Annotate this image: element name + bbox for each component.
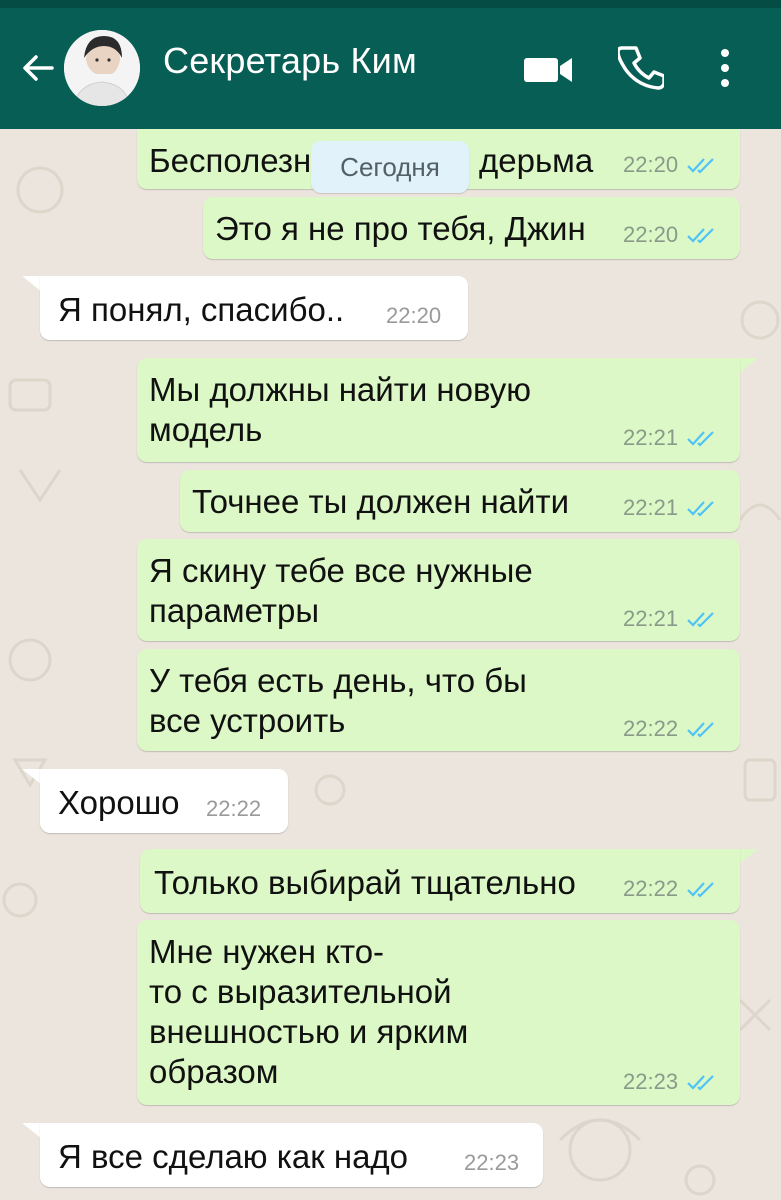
message-text: то с выразительной	[149, 973, 452, 1010]
bubble-tail	[738, 849, 758, 865]
message-time: 22:23	[464, 1150, 520, 1175]
message-outgoing[interactable]: Точнее ты должен найти 22:21	[180, 470, 740, 532]
bubble-tail	[22, 276, 42, 292]
message-list: Бесполезн дерьма 22:20 Сегодня Это я не …	[0, 129, 781, 1200]
message-incoming[interactable]: Я все сделаю как надо 22:23	[40, 1123, 543, 1187]
message-text: У тебя есть день, что бы	[149, 662, 527, 699]
double-check-icon	[687, 228, 714, 244]
date-divider: Сегодня	[311, 141, 469, 193]
message-outgoing[interactable]: Мы должны найти новую модель 22:21	[137, 358, 740, 462]
message-time: 22:21	[623, 606, 679, 631]
message-text: Я скину тебе все нужные	[149, 552, 533, 589]
message-outgoing[interactable]: Мне нужен кто- то с выразительной внешно…	[137, 920, 740, 1105]
message-meta: 22:22	[623, 877, 716, 901]
double-check-icon	[687, 431, 714, 447]
message-time: 22:22	[623, 716, 679, 741]
message-incoming[interactable]: Я понял, спасибо.. 22:20	[40, 276, 468, 340]
double-check-icon	[687, 1075, 714, 1091]
message-text: модель	[149, 411, 263, 448]
message-text: Я понял, спасибо..	[58, 291, 345, 328]
bubble-tail	[22, 769, 42, 785]
message-time: 22:22	[206, 796, 262, 821]
phone-icon[interactable]	[618, 44, 664, 90]
double-check-icon	[687, 158, 714, 174]
double-check-icon	[687, 612, 714, 628]
message-text: Бесполезн	[149, 142, 312, 179]
contact-avatar[interactable]	[64, 30, 140, 106]
message-meta: 22:21	[623, 607, 716, 631]
message-text: внешностью и ярким	[149, 1013, 469, 1050]
double-check-icon	[687, 882, 714, 898]
message-text: Только выбирай тщательно	[154, 864, 576, 901]
message-time: 22:21	[623, 495, 679, 520]
double-check-icon	[687, 722, 714, 738]
bubble-tail	[22, 1123, 42, 1139]
message-time: 22:23	[623, 1069, 679, 1094]
message-outgoing[interactable]: У тебя есть день, что бы все устроить 22…	[137, 649, 740, 751]
message-meta: 22:23	[623, 1070, 716, 1094]
double-check-icon	[687, 501, 714, 517]
message-meta: 22:22	[623, 717, 716, 741]
message-text: Я все сделаю как надо	[58, 1138, 409, 1175]
message-text: образом	[149, 1053, 279, 1090]
message-time: 22:22	[623, 876, 679, 901]
message-text: все устроить	[149, 702, 346, 739]
message-outgoing[interactable]: Это я не про тебя, Джин 22:20	[203, 197, 740, 259]
message-time: 22:20	[623, 222, 679, 247]
status-strip	[0, 0, 781, 8]
message-meta: 22:20	[623, 153, 716, 177]
message-time: 22:20	[623, 152, 679, 177]
message-text: дерьма	[479, 142, 594, 179]
bubble-tail	[738, 358, 758, 374]
more-vert-icon[interactable]	[714, 46, 736, 90]
message-meta: 22:20	[623, 223, 716, 247]
message-text: Точнее ты должен найти	[192, 483, 570, 520]
contact-name[interactable]: Секретарь Ким	[163, 40, 417, 82]
message-time: 22:21	[623, 425, 679, 450]
message-outgoing[interactable]: Только выбирай тщательно 22:22	[140, 849, 740, 913]
arrow-back-icon[interactable]	[18, 48, 58, 88]
message-text: Это я не про тебя, Джин	[215, 210, 586, 247]
message-meta: 22:21	[623, 426, 716, 450]
message-text: Мы должны найти новую	[149, 371, 532, 408]
videocam-icon[interactable]	[522, 52, 574, 88]
message-incoming[interactable]: Хорошо 22:22	[40, 769, 288, 833]
message-time: 22:20	[386, 303, 442, 328]
message-text: Хорошо	[58, 784, 180, 821]
chat-header: Секретарь Ким	[0, 8, 781, 129]
message-meta: 22:21	[623, 496, 716, 520]
message-outgoing[interactable]: Я скину тебе все нужные параметры 22:21	[137, 539, 740, 641]
message-text: параметры	[149, 592, 320, 629]
message-text: Мне нужен кто-	[149, 933, 385, 970]
